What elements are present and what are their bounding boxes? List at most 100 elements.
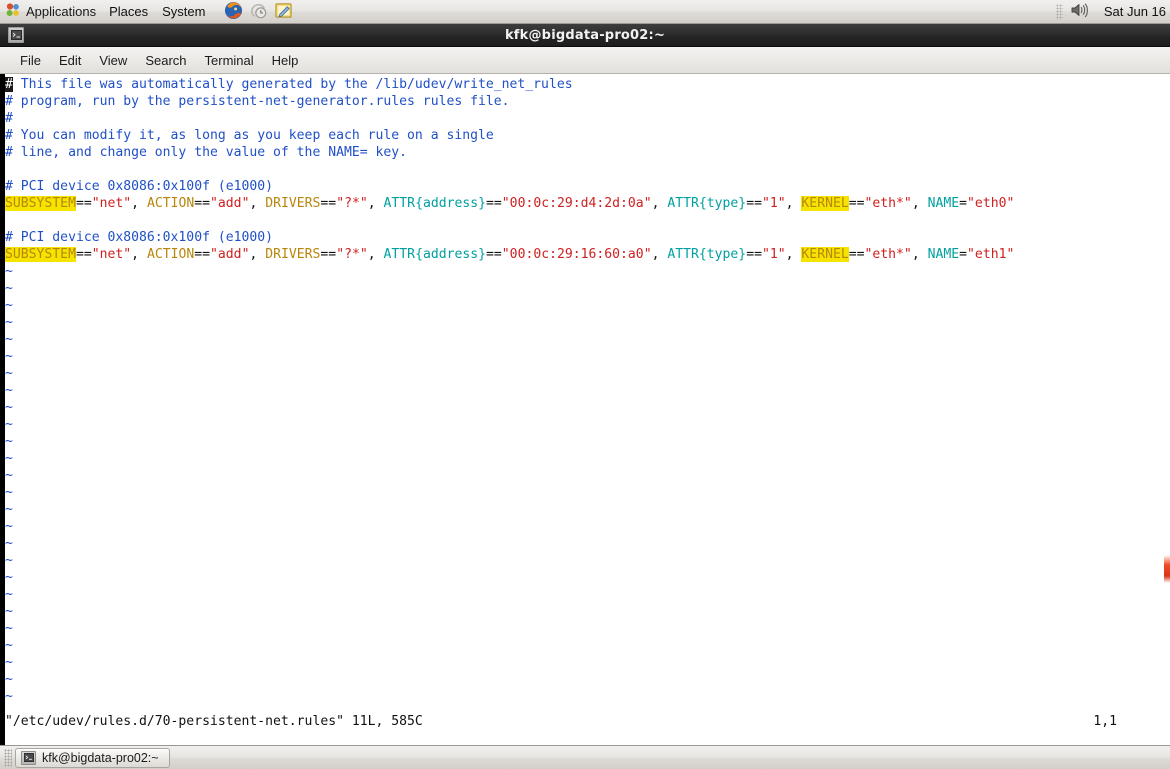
vim-line[interactable]: SUBSYSTEM=="net", ACTION=="add", DRIVERS… (5, 246, 1170, 263)
token-drivers: DRIVERS (265, 247, 321, 262)
vim-empty-line-marker: ~ (5, 518, 1170, 535)
gnome-taskbar: kfk@bigdata-pro02:~ (0, 745, 1170, 769)
vim-empty-line-marker: ~ (5, 586, 1170, 603)
vim-empty-line-marker: ~ (5, 671, 1170, 688)
vim-empty-line-marker: ~ (5, 467, 1170, 484)
vim-line[interactable] (5, 212, 1170, 229)
panel-left-group: Applications Places System (0, 0, 295, 24)
vim-empty-line-marker: ~ (5, 535, 1170, 552)
tilde-glyph: ~ (5, 502, 13, 517)
vim-empty-line-marker: ~ (5, 603, 1170, 620)
panel-right-group: Sat Jun 16 (1055, 0, 1170, 24)
firefox-icon (224, 1, 243, 23)
tilde-glyph: ~ (5, 587, 13, 602)
tilde-glyph: ~ (5, 468, 13, 483)
tilde-glyph: ~ (5, 621, 13, 636)
token-interface-name: "eth0" (967, 196, 1015, 211)
vim-cursor: # (5, 77, 13, 92)
token-mac-address: "00:0c:29:d4:2d:0a" (501, 196, 652, 211)
panel-launchers (222, 1, 295, 23)
vim-status-file: "/etc/udev/rules.d/70-persistent-net.rul… (5, 714, 423, 729)
panel-drag-grip[interactable] (1055, 3, 1063, 20)
vim-comment-text: # PCI device 0x8086:0x100f (e1000) (5, 179, 274, 194)
terminal-left-edge (0, 74, 5, 745)
vim-comment-text: # (5, 111, 13, 126)
tilde-glyph: ~ (5, 383, 13, 398)
menu-edit-label: Edit (58, 52, 82, 68)
vim-empty-line-marker: ~ (5, 569, 1170, 586)
tilde-glyph: ~ (5, 349, 13, 364)
gnome-top-panel: Applications Places System Sat Jun 16 (0, 0, 1170, 24)
vim-empty-line-marker: ~ (5, 331, 1170, 348)
vim-empty-line-marker: ~ (5, 263, 1170, 280)
volume-button[interactable] (1068, 1, 1090, 23)
tilde-glyph: ~ (5, 315, 13, 330)
token-attr-address: ATTR{address} (383, 247, 487, 262)
help-launcher[interactable] (247, 1, 270, 23)
vim-empty-line-marker: ~ (5, 620, 1170, 637)
text-editor-launcher[interactable] (272, 1, 295, 23)
tilde-glyph: ~ (5, 553, 13, 568)
terminal-icon (21, 750, 36, 765)
tilde-glyph: ~ (5, 655, 13, 670)
tilde-glyph: ~ (5, 264, 13, 279)
menu-terminal-label: Terminal (204, 52, 254, 68)
firefox-launcher[interactable] (222, 1, 245, 23)
menu-view[interactable]: View (90, 49, 136, 71)
menu-system[interactable]: System (155, 1, 212, 23)
desktop-screen: Applications Places System Sat Jun 16 kf… (0, 0, 1170, 769)
tilde-glyph: ~ (5, 332, 13, 347)
menu-search-label: Search (145, 52, 187, 68)
token-attr-type: ATTR{type} (667, 247, 747, 262)
taskbar-window-label: kfk@bigdata-pro02:~ (42, 750, 159, 765)
terminal-screen[interactable]: # This file was automatically generated … (0, 74, 1170, 745)
vim-empty-line-marker: ~ (5, 314, 1170, 331)
vim-line[interactable]: # PCI device 0x8086:0x100f (e1000) (5, 229, 1170, 246)
menu-search[interactable]: Search (136, 49, 195, 71)
vim-line[interactable] (5, 161, 1170, 178)
vim-line[interactable]: # PCI device 0x8086:0x100f (e1000) (5, 178, 1170, 195)
vim-line[interactable]: # program, run by the persistent-net-gen… (5, 93, 1170, 110)
token-attr-type: ATTR{type} (667, 196, 747, 211)
menu-places[interactable]: Places (102, 1, 155, 23)
vim-status-position: 1,1 (1093, 714, 1117, 729)
taskbar-drag-grip[interactable] (4, 748, 12, 767)
menu-edit[interactable]: Edit (50, 49, 90, 71)
vim-comment-text: # program, run by the persistent-net-gen… (5, 94, 510, 109)
tilde-glyph: ~ (5, 298, 13, 313)
vim-empty-line-marker: ~ (5, 399, 1170, 416)
tilde-glyph: ~ (5, 638, 13, 653)
menu-terminal[interactable]: Terminal (196, 49, 263, 71)
vim-empty-line-marker: ~ (5, 637, 1170, 654)
menu-file-label: File (20, 52, 41, 68)
menu-help-label: Help (271, 52, 299, 68)
vim-empty-line-marker: ~ (5, 552, 1170, 569)
vim-line[interactable]: # (5, 110, 1170, 127)
tilde-glyph: ~ (5, 366, 13, 381)
tilde-glyph: ~ (5, 434, 13, 449)
terminal-window: kfk@bigdata-pro02:~ File Edit View Searc… (0, 24, 1170, 745)
vim-line[interactable]: # You can modify it, as long as you keep… (5, 127, 1170, 144)
tilde-glyph: ~ (5, 689, 13, 704)
taskbar-window-button[interactable]: kfk@bigdata-pro02:~ (15, 747, 170, 768)
vim-buffer[interactable]: # This file was automatically generated … (5, 76, 1170, 745)
vim-empty-line-marker: ~ (5, 365, 1170, 382)
vim-empty-line-marker: ~ (5, 484, 1170, 501)
tilde-glyph: ~ (5, 570, 13, 585)
vim-line[interactable]: # This file was automatically generated … (5, 76, 1170, 93)
vim-empty-line-marker: ~ (5, 501, 1170, 518)
vim-line[interactable]: # line, and change only the value of the… (5, 144, 1170, 161)
vim-status-line: "/etc/udev/rules.d/70-persistent-net.rul… (5, 713, 1170, 730)
text-editor-icon (274, 1, 293, 23)
window-titlebar[interactable]: kfk@bigdata-pro02:~ (0, 24, 1170, 47)
token-name: NAME (927, 196, 960, 211)
menu-file[interactable]: File (11, 49, 50, 71)
clock-applet[interactable]: Sat Jun 16 (1090, 4, 1170, 19)
menu-applications[interactable]: Applications (0, 1, 102, 23)
token-interface-name: "eth1" (967, 247, 1015, 262)
menu-view-label: View (99, 52, 128, 68)
applications-icon (5, 2, 21, 21)
menu-help[interactable]: Help (263, 49, 308, 71)
vim-line[interactable]: SUBSYSTEM=="net", ACTION=="add", DRIVERS… (5, 195, 1170, 212)
vim-empty-line-marker: ~ (5, 382, 1170, 399)
